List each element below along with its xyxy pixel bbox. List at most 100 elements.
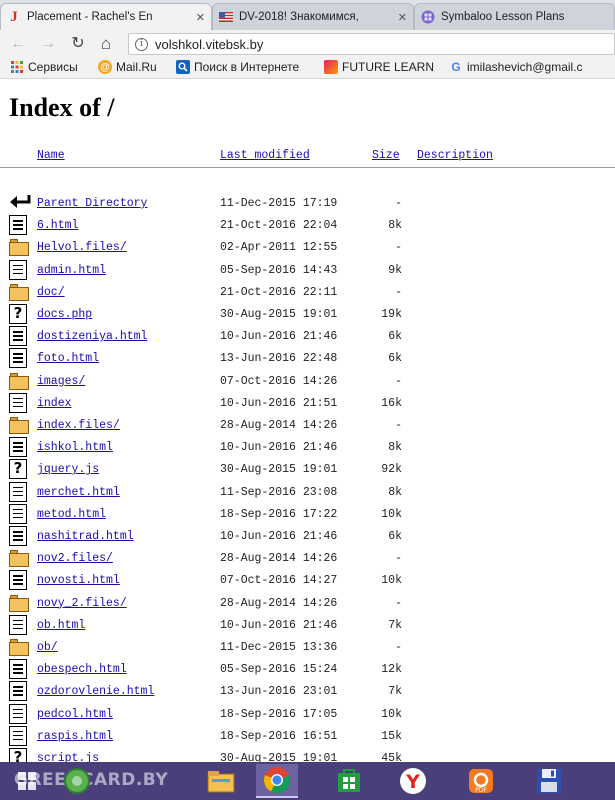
file-date: 28-Aug-2014 14:26 xyxy=(220,596,338,610)
file-name-link[interactable]: obespech.html xyxy=(37,663,127,676)
column-name-link[interactable]: Name xyxy=(37,149,65,162)
file-date: 10-Jun-2016 21:46 xyxy=(220,330,338,344)
file-date: 10-Jun-2016 21:46 xyxy=(220,530,338,543)
file-name-link[interactable]: admin.html xyxy=(37,264,106,277)
file-name-link[interactable]: index xyxy=(37,397,72,410)
at-icon: @ xyxy=(98,60,112,74)
file-size: 10k xyxy=(381,507,402,521)
table-row: pedcol.html 18-Sep-2016 17:05 10k xyxy=(0,703,615,726)
file-size: - xyxy=(395,552,402,566)
tab-symbaloo[interactable]: Symbaloo Lesson Plans xyxy=(414,3,615,30)
file-size: - xyxy=(395,374,402,388)
file-name-link[interactable]: script.js xyxy=(37,752,99,762)
table-row: 6.html 21-Oct-2016 22:04 8k xyxy=(0,215,615,237)
bookmark-services[interactable]: Сервисы xyxy=(10,60,78,74)
file-explorer-icon[interactable] xyxy=(200,764,242,798)
address-bar[interactable]: i volshkol.vitebsk.by xyxy=(128,33,615,55)
table-row: dostizeniya.html 10-Jun-2016 21:46 6k xyxy=(0,326,615,348)
folder-icon xyxy=(9,593,29,613)
text-file-icon xyxy=(9,259,29,280)
column-description-link[interactable]: Description xyxy=(417,149,493,162)
bookmark-mailru[interactable]: @ Mail.Ru xyxy=(98,60,157,74)
pdf-icon[interactable]: PDF xyxy=(460,764,502,798)
file-name-link[interactable]: images/ xyxy=(37,375,85,388)
bookmark-google-account[interactable]: G imilashevich@gmail.c xyxy=(449,60,583,74)
back-arrow-icon[interactable]: ← xyxy=(8,34,28,54)
windows-start-icon[interactable] xyxy=(6,764,48,798)
file-date: 10-Jun-2016 21:51 xyxy=(220,396,338,410)
file-size: 92k xyxy=(381,463,402,477)
column-size-link[interactable]: Size xyxy=(372,149,400,162)
file-size: 7k xyxy=(388,618,402,632)
file-name-link[interactable]: ozdorovlenie.html xyxy=(37,685,154,698)
file-name-link[interactable]: doc/ xyxy=(37,286,65,299)
file-name-link[interactable]: raspis.html xyxy=(37,730,113,743)
file-date: 11-Dec-2015 17:19 xyxy=(220,197,338,210)
table-row: images/07-Oct-2016 14:26 - xyxy=(0,371,615,393)
file-name-link[interactable]: ob/ xyxy=(37,641,58,654)
file-size: 9k xyxy=(388,263,402,277)
file-name-link[interactable]: pedcol.html xyxy=(37,708,113,721)
folder-icon xyxy=(9,637,29,657)
bookmark-label: imilashevich@gmail.c xyxy=(467,60,583,74)
file-date: 02-Apr-2011 12:55 xyxy=(220,241,338,255)
file-name-link[interactable]: ob.html xyxy=(37,619,85,632)
green-app-icon[interactable] xyxy=(56,764,98,798)
file-date: 30-Aug-2015 19:01 xyxy=(220,308,338,321)
file-name-link[interactable]: Helvol.files/ xyxy=(37,241,127,254)
table-row: foto.html 13-Jun-2016 22:48 6k xyxy=(0,348,615,370)
save-disk-icon[interactable] xyxy=(528,764,570,798)
folder-icon xyxy=(9,237,29,257)
file-name-link[interactable]: ishkol.html xyxy=(37,441,113,454)
text-file-icon xyxy=(9,481,29,502)
reload-icon[interactable]: ↻ xyxy=(68,34,88,54)
file-name-link[interactable]: 6.html xyxy=(37,219,78,232)
file-date: 21-Oct-2016 22:11 xyxy=(220,285,338,299)
file-name-link[interactable]: novosti.html xyxy=(37,574,120,587)
column-modified-link[interactable]: Last modified xyxy=(220,149,310,162)
file-size: 19k xyxy=(381,308,402,321)
page-content: Index of / Name Last modified Size Descr… xyxy=(0,80,615,762)
file-size: 10k xyxy=(381,707,402,721)
file-name-link[interactable]: novy_2.files/ xyxy=(37,597,127,610)
table-row: nov2.files/28-Aug-2014 14:26 - xyxy=(0,548,615,570)
table-row: index.files/28-Aug-2014 14:26 - xyxy=(0,415,615,437)
tab-placement[interactable]: J Placement - Rachel's En ✕ xyxy=(0,3,212,30)
close-tab-icon[interactable]: ✕ xyxy=(398,11,407,24)
table-row: index 10-Jun-2016 21:51 16k xyxy=(0,392,615,415)
unknown-file-icon: ? xyxy=(9,748,29,762)
table-row: novy_2.files/28-Aug-2014 14:26 - xyxy=(0,593,615,615)
store-icon[interactable] xyxy=(328,764,370,798)
browser-toolbar: ← → ↻ ⌂ i volshkol.vitebsk.by xyxy=(0,30,615,58)
file-name-link[interactable]: nashitrad.html xyxy=(37,530,134,543)
file-name-link[interactable]: docs.php xyxy=(37,308,92,321)
table-row: ? jquery.js 30-Aug-2015 19:01 92k xyxy=(0,459,615,481)
text-file-icon xyxy=(9,725,29,746)
info-icon[interactable]: i xyxy=(135,37,148,51)
tab-title: Symbaloo Lesson Plans xyxy=(441,11,565,23)
file-name-link[interactable]: dostizeniya.html xyxy=(37,330,147,343)
file-name-link[interactable]: index.files/ xyxy=(37,419,120,432)
file-date: 13-Jun-2016 22:48 xyxy=(220,352,338,366)
bookmark-futurelearn[interactable]: FUTURE LEARN xyxy=(324,60,434,74)
yandex-icon[interactable]: Y xyxy=(392,764,434,798)
bookmark-search[interactable]: Поиск в Интернете xyxy=(176,60,299,74)
file-name-link[interactable]: merchet.html xyxy=(37,486,120,499)
file-name-link[interactable]: Parent Directory xyxy=(37,197,147,210)
forward-arrow-icon[interactable]: → xyxy=(38,34,58,54)
file-name-link[interactable]: metod.html xyxy=(37,508,106,521)
file-name-link[interactable]: foto.html xyxy=(37,352,99,365)
parent-directory-icon xyxy=(9,193,31,213)
chrome-icon[interactable] xyxy=(256,764,298,798)
text-file-icon xyxy=(9,614,29,635)
file-date: 30-Aug-2015 19:01 xyxy=(220,752,338,762)
file-date: 21-Oct-2016 22:04 xyxy=(220,219,338,233)
tab-dv2018[interactable]: DV-2018! Знакомимся, ✕ xyxy=(212,3,414,30)
file-date: 28-Aug-2014 14:26 xyxy=(220,419,338,432)
file-name-link[interactable]: nov2.files/ xyxy=(37,552,113,565)
file-name-link[interactable]: jquery.js xyxy=(37,463,99,476)
search-icon xyxy=(176,60,190,74)
table-row: ishkol.html 10-Jun-2016 21:46 8k xyxy=(0,437,615,459)
home-icon[interactable]: ⌂ xyxy=(96,34,116,54)
close-tab-icon[interactable]: ✕ xyxy=(196,11,205,24)
